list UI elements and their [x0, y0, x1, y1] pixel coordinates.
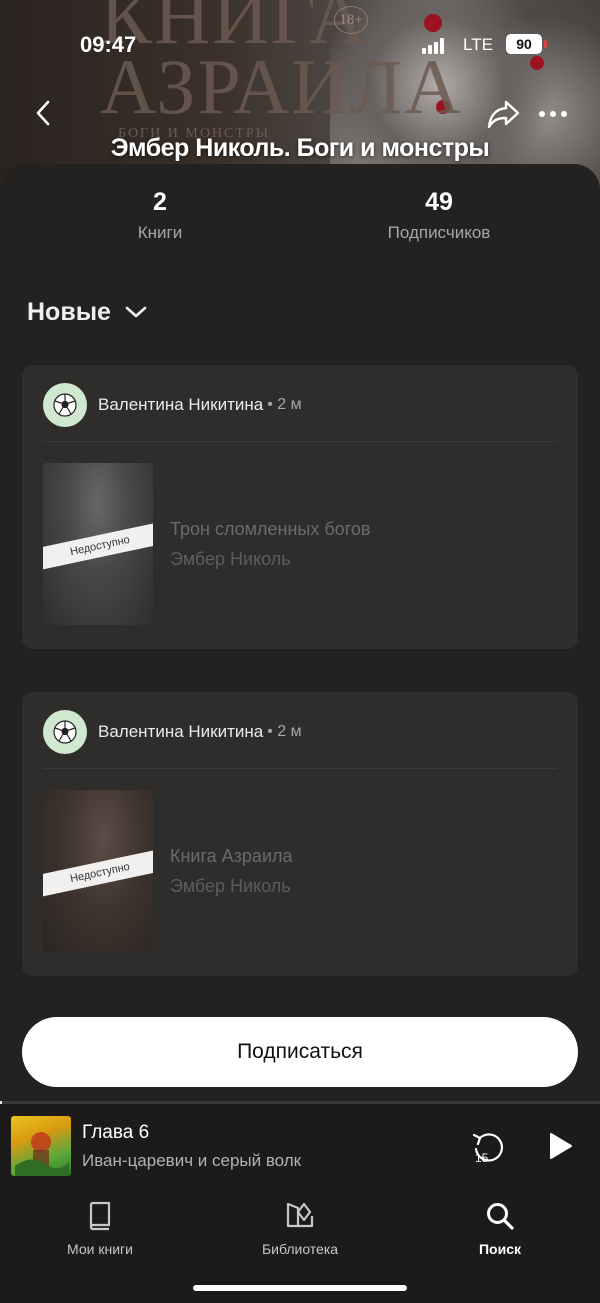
book-title[interactable]: Книга Азраила — [170, 846, 293, 867]
library-icon — [286, 1202, 314, 1228]
post-time: • 2 м — [267, 723, 302, 740]
playback-progress-track[interactable] — [0, 1101, 600, 1104]
more-button[interactable] — [536, 100, 570, 128]
tab-my-books[interactable]: Мои книги — [0, 1199, 200, 1257]
soccer-ball-icon — [53, 720, 77, 744]
battery-tip — [544, 40, 547, 48]
play-button[interactable] — [546, 1131, 574, 1161]
rewind-icon: 15 — [472, 1133, 503, 1165]
stat-value: 49 — [425, 188, 453, 216]
tab-label: Библиотека — [261, 1241, 339, 1257]
stats-row: 2 Книги 49 Подписчиков — [0, 188, 600, 258]
subscribe-button[interactable]: Подписаться — [22, 1017, 578, 1087]
tab-search[interactable]: Поиск — [400, 1199, 600, 1257]
soccer-ball-icon — [53, 393, 77, 417]
post-author-name[interactable]: Валентина Никитина — [98, 722, 263, 742]
sort-dropdown[interactable]: Новые — [27, 294, 147, 330]
share-button[interactable] — [484, 96, 524, 132]
post-author-name[interactable]: Валентина Никитина — [98, 395, 263, 415]
tab-bar: Мои книги Библиотека Поиск — [0, 1189, 600, 1303]
back-button[interactable] — [28, 96, 58, 130]
book-author[interactable]: Эмбер Николь — [170, 876, 291, 897]
network-type: LTE — [463, 35, 493, 54]
post-header: Валентина Никитина • 2 м — [43, 383, 302, 427]
status-time: 09:47 — [80, 32, 137, 57]
book-cover[interactable]: Недоступно — [43, 790, 153, 952]
chevron-left-icon — [36, 100, 50, 126]
unavailable-badge: Недоступно — [43, 522, 153, 570]
now-playing-subtitle[interactable]: Иван-царевич и серый волк — [82, 1151, 301, 1171]
divider — [43, 768, 557, 769]
book-icon — [89, 1201, 111, 1231]
play-icon — [550, 1133, 572, 1159]
avatar[interactable] — [43, 710, 87, 754]
battery-level: 90 — [516, 36, 532, 52]
status-bar: 09:47 LTE 90 — [0, 28, 600, 62]
avatar[interactable] — [43, 383, 87, 427]
post-card[interactable]: Валентина Никитина • 2 м Недоступно Трон… — [22, 365, 578, 649]
tab-library[interactable]: Библиотека — [200, 1199, 400, 1257]
book-cover[interactable]: Недоступно — [43, 463, 153, 625]
fairy-tale-illustration — [15, 1132, 69, 1176]
tab-label: Поиск — [478, 1241, 521, 1257]
sort-label: Новые — [27, 297, 111, 326]
post-time: • 2 м — [267, 396, 302, 413]
shelf-sheet: 2 Книги 49 Подписчиков Новые Валентина Н… — [0, 164, 600, 1109]
audiobook-cover-thumbnail[interactable] — [11, 1116, 71, 1176]
page-title: Эмбер Николь. Боги и монстры — [110, 134, 490, 162]
search-icon — [487, 1203, 514, 1230]
playback-progress-fill — [0, 1101, 3, 1104]
post-card[interactable]: Валентина Никитина • 2 м Недоступно Книг… — [22, 692, 578, 976]
more-dots-icon — [539, 111, 567, 117]
home-indicator[interactable] — [193, 1285, 407, 1291]
tab-label: Мои книги — [67, 1241, 133, 1257]
post-header: Валентина Никитина • 2 м — [43, 710, 302, 754]
stat-label: Подписчиков — [387, 223, 491, 242]
battery-icon: 90 — [506, 34, 542, 54]
stat-subscribers[interactable]: 49 Подписчиков — [339, 188, 539, 243]
unavailable-badge: Недоступно — [43, 849, 153, 897]
book-author[interactable]: Эмбер Николь — [170, 549, 291, 570]
now-playing-title[interactable]: Глава 6 — [82, 1122, 149, 1144]
stat-books[interactable]: 2 Книги — [60, 188, 260, 243]
book-title[interactable]: Трон сломленных богов — [170, 519, 370, 540]
rewind-seconds: 15 — [475, 1151, 489, 1165]
stat-label: Книги — [137, 223, 183, 242]
stat-value: 2 — [153, 188, 167, 216]
rewind-15-button[interactable]: 15 — [470, 1129, 506, 1165]
cellular-signal-icon — [422, 38, 446, 54]
mini-player[interactable]: Глава 6 Иван-царевич и серый волк 15 — [0, 1101, 600, 1189]
divider — [43, 441, 557, 442]
chevron-down-icon — [125, 306, 147, 318]
share-icon — [487, 100, 520, 129]
